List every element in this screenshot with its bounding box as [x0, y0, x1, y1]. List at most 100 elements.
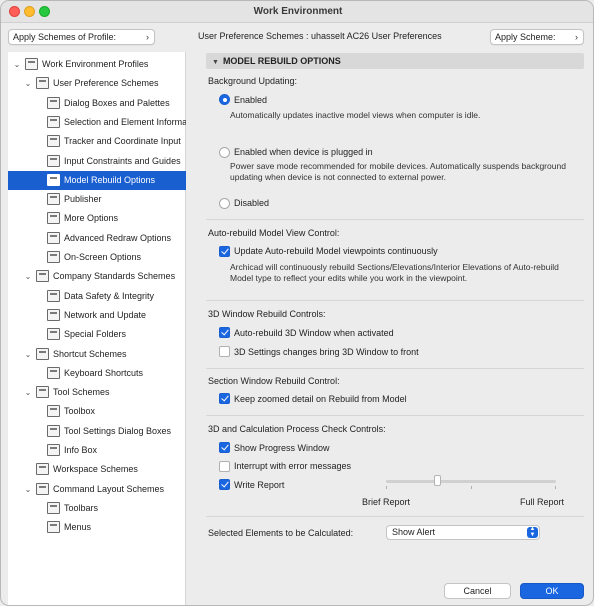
- tree-item-info-box[interactable]: Info Box: [8, 441, 186, 460]
- tree-item-label: Publisher: [64, 194, 102, 205]
- tree-item-company-standards-schemes[interactable]: ⌄ Company Standards Schemes: [8, 267, 186, 286]
- scheme-icon: [36, 482, 49, 495]
- section-window-heading: Section Window Rebuild Control:: [208, 376, 340, 386]
- profiles-icon: [25, 58, 38, 70]
- show-progress-window-label: Show Progress Window: [234, 443, 330, 453]
- enabled-radio[interactable]: [219, 94, 230, 105]
- tree-item-label: Advanced Redraw Options: [64, 232, 172, 243]
- tree-item-toolbox[interactable]: Toolbox: [8, 402, 186, 421]
- selected-elements-select[interactable]: Show Alert ▲ ▼: [386, 525, 540, 540]
- tree-item-label: Model Rebuild Options: [64, 174, 156, 185]
- shortcut-icon: [47, 366, 60, 379]
- tree-item-shortcut-schemes[interactable]: ⌄ Shortcut Schemes: [8, 345, 186, 364]
- disclosure-chevron-icon[interactable]: ⌄: [23, 383, 33, 402]
- tree-item-label: Toolbox: [64, 406, 96, 417]
- brief-report-label: Brief Report: [362, 497, 411, 507]
- screen-icon: [47, 251, 60, 263]
- tree-item-label: Info Box: [64, 445, 98, 455]
- up-down-chevron-icon: ▲ ▼: [527, 526, 538, 538]
- section-header[interactable]: ▼ MODEL REBUILD OPTIONS: [206, 53, 584, 69]
- tree-item-command-layout-schemes[interactable]: ⌄ Command Layout Schemes: [8, 480, 186, 499]
- interrupt-error-messages-label: Interrupt with error messages: [234, 461, 352, 471]
- scheme-icon: [36, 463, 49, 476]
- tree-item-label: More Options: [64, 213, 119, 224]
- work-environment-window: Work Environment Apply Schemes of Profil…: [0, 0, 594, 606]
- tree-item-label: Shortcut Schemes: [53, 348, 127, 359]
- chevron-right-icon: ›: [146, 32, 149, 42]
- slider-tick: [555, 486, 556, 489]
- scheme-tree: ⌄ Work Environment Profiles ⌄ User Preferen…: [8, 52, 186, 605]
- tree-item-network-and-update[interactable]: Network and Update: [8, 306, 186, 325]
- disclosure-chevron-icon[interactable]: ⌄: [23, 74, 33, 93]
- divider: [206, 415, 584, 416]
- auto-rebuild-heading: Auto-rebuild Model View Control:: [208, 228, 340, 238]
- tree-item-label: Data Safety & Integrity: [64, 290, 155, 301]
- disabled-radio[interactable]: [219, 198, 230, 209]
- toolbox-icon: [47, 405, 60, 418]
- tree-item-input-constraints-and-guides[interactable]: Input Constraints and Guides: [8, 152, 186, 171]
- enabled-radio-label: Enabled: [234, 95, 268, 105]
- tree-item-publisher[interactable]: Publisher: [8, 190, 186, 209]
- tree-item-label: Menus: [64, 522, 92, 533]
- tree-item-special-folders[interactable]: Special Folders: [8, 325, 186, 344]
- apply-scheme-label: Apply Scheme:: [495, 32, 556, 42]
- shield-icon: [47, 289, 60, 302]
- tree-item-tool-schemes[interactable]: ⌄ Tool Schemes: [8, 383, 186, 402]
- scheme-icon: [36, 347, 49, 360]
- tree-item-label: Toolbars: [64, 502, 99, 513]
- publisher-icon: [47, 193, 60, 206]
- auto-rebuild-3d-checkbox[interactable]: [219, 327, 230, 338]
- tree-item-work-environment-profiles[interactable]: ⌄ Work Environment Profiles: [8, 55, 186, 74]
- full-report-label: Full Report: [520, 497, 565, 507]
- folder-icon: [47, 328, 60, 341]
- disabled-radio-label: Disabled: [234, 198, 270, 208]
- tree-item-menus[interactable]: Menus: [8, 518, 186, 537]
- tree-item-keyboard-shortcuts[interactable]: Keyboard Shortcuts: [8, 364, 186, 383]
- 3d-settings-front-label: 3D Settings changes bring 3D Window to f…: [234, 347, 419, 357]
- tree-item-advanced-redraw-options[interactable]: Advanced Redraw Options: [8, 229, 186, 248]
- tree-item-user-preference-schemes[interactable]: ⌄ User Preference Schemes: [8, 74, 186, 93]
- enabled-when-plugged-in-radio[interactable]: [219, 147, 230, 158]
- apply-schemes-of-profile-button[interactable]: Apply Schemes of Profile: ›: [8, 29, 155, 45]
- apply-scheme-button[interactable]: Apply Scheme: ›: [490, 29, 584, 45]
- tree-item-toolbars[interactable]: Toolbars: [8, 499, 186, 518]
- cancel-button[interactable]: Cancel: [444, 583, 511, 599]
- tree-item-dialog-boxes-and-palettes[interactable]: Dialog Boxes and Palettes: [8, 94, 186, 113]
- tree-item-on-screen-options[interactable]: On-Screen Options: [8, 248, 186, 267]
- background-updating-heading: Background Updating:: [208, 76, 298, 86]
- interrupt-error-messages-checkbox[interactable]: [219, 461, 230, 472]
- write-report-checkbox[interactable]: [219, 479, 230, 490]
- tree-item-data-safety-and-integrity[interactable]: Data Safety & Integrity: [8, 287, 186, 306]
- disclosure-chevron-icon[interactable]: ⌄: [23, 345, 33, 364]
- tree-item-tracker-and-coordinate-input[interactable]: Tracker and Coordinate Input: [8, 132, 186, 151]
- scheme-icon: [36, 386, 49, 399]
- show-progress-window-checkbox[interactable]: [219, 442, 230, 453]
- rebuild-icon: [47, 173, 60, 186]
- 3d-window-heading: 3D Window Rebuild Controls:: [208, 309, 326, 319]
- disclosure-chevron-icon[interactable]: ⌄: [12, 55, 22, 74]
- tree-item-tool-settings-dialog-boxes[interactable]: Tool Settings Dialog Boxes: [8, 422, 186, 441]
- tree-item-model-rebuild-options[interactable]: Model Rebuild Options: [8, 170, 186, 190]
- disclosure-chevron-icon[interactable]: ⌄: [23, 267, 33, 286]
- report-detail-slider[interactable]: [386, 480, 556, 483]
- tree-item-more-options[interactable]: More Options: [8, 209, 186, 228]
- selected-elements-label: Selected Elements to be Calculated:: [208, 528, 354, 538]
- ok-button[interactable]: OK: [520, 583, 584, 599]
- disclosure-chevron-icon[interactable]: ⌄: [23, 480, 33, 499]
- tree-item-selection-and-element-information[interactable]: Selection and Element Informatic: [8, 113, 186, 132]
- report-detail-slider-knob[interactable]: [434, 475, 441, 486]
- title-bar: Work Environment: [1, 1, 593, 23]
- infobox-icon: [47, 444, 60, 456]
- update-auto-rebuild-checkbox[interactable]: [219, 246, 230, 257]
- tree-item-workspace-schemes[interactable]: Workspace Schemes: [8, 460, 186, 479]
- tree-item-label: Tool Settings Dialog Boxes: [64, 425, 172, 436]
- xyz-icon: [47, 135, 60, 148]
- tree-item-label: Tool Schemes: [53, 387, 110, 398]
- tree-item-label: Input Constraints and Guides: [64, 155, 181, 166]
- menus-icon: [47, 521, 60, 534]
- keep-zoomed-detail-checkbox[interactable]: [219, 393, 230, 404]
- cursor-icon: [47, 154, 60, 167]
- sliders-icon: [47, 212, 60, 225]
- auto-rebuild-3d-label: Auto-rebuild 3D Window when activated: [234, 328, 394, 338]
- 3d-settings-front-checkbox[interactable]: [219, 346, 230, 357]
